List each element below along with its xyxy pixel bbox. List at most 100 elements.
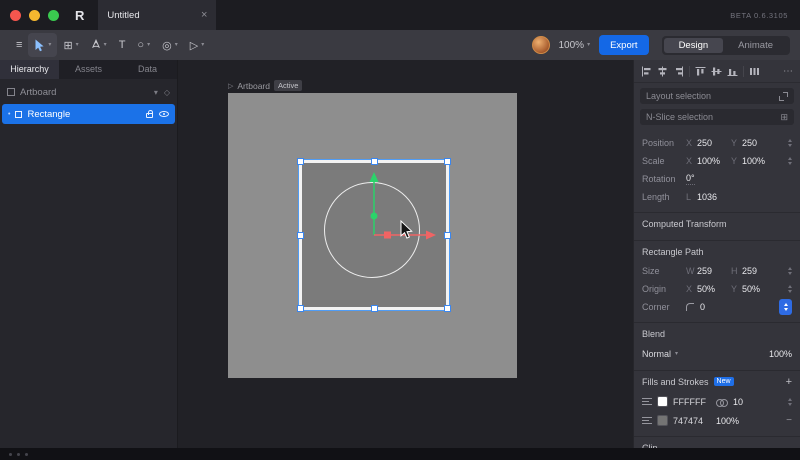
canvas[interactable]: ▷ Artboard Active <box>178 60 633 448</box>
distribute-icon[interactable] <box>749 66 760 77</box>
mode-switcher: Design Animate <box>661 35 790 55</box>
window-minimize-button[interactable] <box>29 9 40 21</box>
position-y-field[interactable]: 250 <box>742 138 776 148</box>
blend-section[interactable]: Blend <box>634 322 800 344</box>
align-middle-v-icon[interactable] <box>711 66 722 77</box>
tab-hierarchy[interactable]: Hierarchy <box>0 60 59 79</box>
blend-mode-dropdown[interactable]: Normal ▾ <box>642 349 678 359</box>
position-x-field[interactable]: 250 <box>697 138 731 148</box>
stroke-options-icon[interactable] <box>642 398 652 405</box>
stepper[interactable] <box>788 267 792 275</box>
user-avatar[interactable] <box>531 36 550 54</box>
window-close-button[interactable] <box>10 9 21 21</box>
chevron-down-icon: ▾ <box>587 42 591 48</box>
clip-section[interactable]: Clip <box>634 436 800 448</box>
chevron-down-icon[interactable]: ▾ <box>201 42 204 48</box>
chevron-down-icon[interactable]: ▾ <box>48 42 51 48</box>
fill-row[interactable]: 747474 100% − <box>634 411 800 430</box>
computed-transform-section[interactable]: Computed Transform <box>634 212 800 234</box>
layout-selection-button[interactable]: Layout selection <box>640 88 794 104</box>
inner-circle-shape[interactable] <box>324 182 420 278</box>
selection-handle-e[interactable] <box>444 231 451 239</box>
tab-design[interactable]: Design <box>663 37 724 53</box>
artboard-name[interactable]: Artboard <box>237 81 270 91</box>
rive-editor-window: R Untitled × BETA 0.6.3105 ≡ ▾ ⊞ ▾ ▾ T ○… <box>0 0 800 460</box>
select-tool-button[interactable]: ▾ <box>28 33 58 57</box>
tag-icon[interactable]: ◇ <box>164 88 170 97</box>
link-icon[interactable] <box>716 398 728 407</box>
chevron-down-icon[interactable]: ▾ <box>154 88 158 97</box>
add-fill-icon[interactable]: + <box>786 376 792 388</box>
rotation-field[interactable]: 0° <box>686 173 695 185</box>
selected-rectangle[interactable] <box>297 158 451 312</box>
corner-field[interactable]: 0 <box>700 302 734 312</box>
selection-handle-s[interactable] <box>370 305 378 312</box>
stepper[interactable] <box>788 139 792 147</box>
fill-options-icon[interactable] <box>642 417 652 424</box>
tab-assets[interactable]: Assets <box>59 60 118 79</box>
artboard-header[interactable]: ▷ Artboard Active <box>228 80 303 91</box>
align-bottom-icon[interactable] <box>727 66 738 77</box>
tree-row-rectangle[interactable]: • Rectangle <box>2 104 175 124</box>
chevron-down-icon[interactable]: ▾ <box>147 42 150 48</box>
corner-stepper-button[interactable] <box>779 299 792 315</box>
length-field[interactable]: 1036 <box>697 192 731 202</box>
selection-handle-ne[interactable] <box>444 158 451 165</box>
chevron-down-icon[interactable]: ▾ <box>104 42 107 48</box>
blend-opacity-field[interactable]: 100% <box>769 349 792 359</box>
tab-data[interactable]: Data <box>118 60 177 79</box>
text-tool-button[interactable]: T <box>113 33 132 57</box>
selection-handle-w[interactable] <box>297 231 304 239</box>
size-h-field[interactable]: 259 <box>742 266 776 276</box>
eye-icon[interactable] <box>159 111 169 117</box>
align-right-icon[interactable] <box>673 66 684 77</box>
window-zoom-button[interactable] <box>48 9 59 21</box>
stepper[interactable] <box>788 397 792 406</box>
pen-tool-button[interactable]: ▾ <box>85 33 113 57</box>
beta-version-label: BETA 0.6.3105 <box>730 10 788 20</box>
play-tool-button[interactable]: ▷ ▾ <box>184 33 210 57</box>
more-icon[interactable]: ⋯ <box>783 66 793 77</box>
artboard-tool-button[interactable]: ⊞ ▾ <box>57 33 84 57</box>
stepper[interactable] <box>788 157 792 165</box>
selection-handle-nw[interactable] <box>297 158 304 165</box>
fill-opacity-field[interactable]: 100% <box>716 416 742 426</box>
selection-handle-sw[interactable] <box>297 305 304 312</box>
chevron-down-icon[interactable]: ▾ <box>175 42 178 48</box>
fills-strokes-section[interactable]: Fills and Strokes New + <box>634 370 800 392</box>
bone-tool-button[interactable]: ◎ ▾ <box>156 33 184 57</box>
color-hex-field[interactable]: FFFFFF <box>673 397 711 407</box>
stroke-row[interactable]: FFFFFF 10 <box>634 392 800 411</box>
tab-close-icon[interactable]: × <box>201 9 207 21</box>
origin-x-field[interactable]: 50% <box>697 284 731 294</box>
color-hex-field[interactable]: 747474 <box>673 416 711 426</box>
rectangle-path-section[interactable]: Rectangle Path <box>634 240 800 262</box>
menu-button[interactable]: ≡ <box>10 33 28 57</box>
scale-x-field[interactable]: 100% <box>697 156 731 166</box>
align-left-icon[interactable] <box>641 66 652 77</box>
artboard[interactable] <box>228 93 517 378</box>
stroke-thickness-field[interactable]: 10 <box>733 397 759 407</box>
color-swatch[interactable] <box>657 396 668 407</box>
nslice-selection-button[interactable]: N-Slice selection ⊞ <box>640 109 794 125</box>
export-button[interactable]: Export <box>599 35 649 55</box>
stepper[interactable] <box>788 285 792 293</box>
document-tab[interactable]: Untitled × <box>98 0 217 30</box>
align-top-icon[interactable] <box>695 66 706 77</box>
tab-animate[interactable]: Animate <box>723 38 788 53</box>
transform-properties: Position X 250 Y 250 Scale X 100% Y 100%… <box>634 134 800 206</box>
tree-row-artboard[interactable]: Artboard ▾ ◇ <box>0 82 177 102</box>
chevron-down-icon[interactable]: ▾ <box>76 42 79 48</box>
align-center-h-icon[interactable] <box>657 66 668 77</box>
selection-handle-se[interactable] <box>444 305 451 312</box>
size-w-field[interactable]: 259 <box>697 266 731 276</box>
origin-y-field[interactable]: 50% <box>742 284 776 294</box>
shape-tool-button[interactable]: ○ ▾ <box>131 33 156 57</box>
lock-icon[interactable] <box>146 110 153 118</box>
blend-row: Normal ▾ 100% <box>634 344 800 364</box>
remove-fill-icon[interactable]: − <box>786 415 792 426</box>
zoom-control[interactable]: 100% ▾ <box>559 40 591 51</box>
selection-handle-n[interactable] <box>370 158 378 165</box>
color-swatch[interactable] <box>657 415 668 426</box>
scale-y-field[interactable]: 100% <box>742 156 776 166</box>
